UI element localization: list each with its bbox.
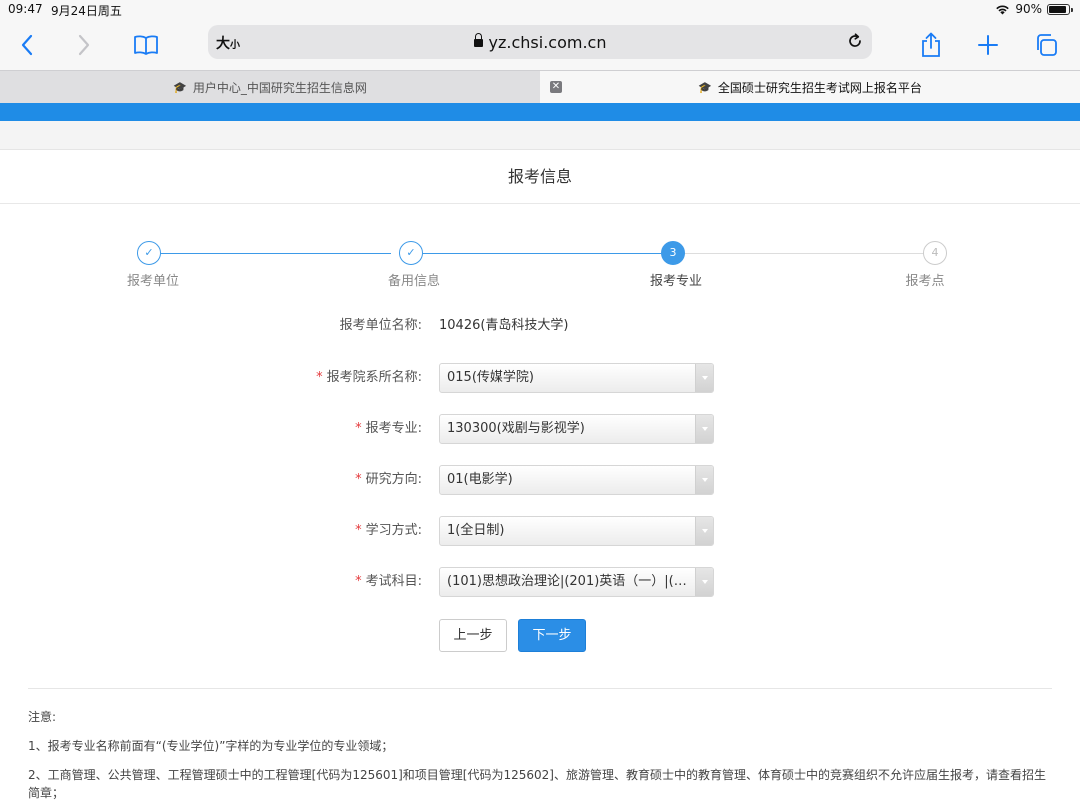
subjects-label: * 考试科目: [355,567,422,597]
note-item-2: 2、工商管理、公共管理、工程管理硕士中的工程管理[代码为125601]和项目管理… [28,768,1046,800]
address-bar[interactable]: 大小 yz.chsi.com.cn [208,25,872,59]
direction-select[interactable]: 01(电影学) [439,465,714,495]
dropdown-arrow-icon [695,517,713,545]
dropdown-arrow-icon [695,466,713,494]
mode-label-text: 学习方式: [365,523,422,538]
site-header-band [0,103,1080,121]
dept-select-value: 015(传媒学院) [447,370,534,385]
form-row-major: * 报考专业: 130300(戏剧与影视学) [0,414,1080,444]
status-right: 90% [995,2,1073,16]
step-3-marker: 3 [661,241,685,265]
dropdown-arrow-icon [695,364,713,392]
note-item-1: 1、报考专业名称前面有“(专业学位)”字样的为专业学位的专业领域； [28,739,394,753]
dropdown-arrow-icon [695,568,713,596]
required-mark: * [316,370,323,385]
step-4-label: 报考点 [905,274,945,289]
step-2-check-icon: ✓ [399,241,423,265]
direction-label: * 研究方向: [355,465,422,495]
status-date: 9月24日周五 [51,4,122,18]
forward-button[interactable] [67,28,101,62]
share-button[interactable] [914,28,948,62]
url-display[interactable]: yz.chsi.com.cn [208,33,872,52]
reload-icon [849,33,861,47]
tab-bar: 🎓 用户中心_中国研究生招生信息网 ✕ 🎓 全国硕士研究生招生考试网上报名平台 [0,70,1080,103]
divider [28,688,1052,689]
tabs-overview-button[interactable] [1029,28,1063,62]
mode-select-value: 1(全日制) [447,523,505,538]
form-row-subjects: * 考试科目: (101)思想政治理论|(201)英语（一）|(671... [0,567,1080,597]
step-4-marker: 4 [923,241,947,265]
mode-select[interactable]: 1(全日制) [439,516,714,546]
major-select[interactable]: 130300(戏剧与影视学) [439,414,714,444]
tabs-icon [1037,34,1057,56]
new-tab-button[interactable] [971,28,1005,62]
form-row-direction: * 研究方向: 01(电影学) [0,465,1080,495]
tab-user-center[interactable]: 🎓 用户中心_中国研究生招生信息网 [0,71,540,103]
required-mark: * [355,523,362,538]
required-mark: * [355,472,362,487]
dept-label: * 报考院系所名称: [316,363,422,393]
step-1-check-icon: ✓ [137,241,161,265]
notes-section: 注意: 1、报考专业名称前面有“(专业学位)”字样的为专业学位的专业领域； 2、… [28,708,1052,810]
required-mark: * [355,421,362,436]
major-select-value: 130300(戏剧与影视学) [447,421,585,436]
subjects-select[interactable]: (101)思想政治理论|(201)英语（一）|(671... [439,567,714,597]
back-button[interactable] [10,28,44,62]
bookmarks-button[interactable] [129,28,163,62]
dept-select[interactable]: 015(传媒学院) [439,363,714,393]
tab-title: 用户中心_中国研究生招生信息网 [192,80,367,95]
battery-percent: 90% [1015,2,1042,16]
mode-label: * 学习方式: [355,516,422,546]
step-connector [685,253,923,254]
unit-label: 报考单位名称: [339,318,422,333]
form-row-unit: 报考单位名称: 10426(青岛科技大学) [0,311,1080,341]
step-2-label: 备用信息 [387,274,440,289]
tab-registration-platform[interactable]: ✕ 🎓 全国硕士研究生招生考试网上报名平台 [540,71,1080,103]
book-icon [134,35,158,55]
graduation-cap-icon: 🎓 [173,80,187,94]
major-label-text: 报考专业: [365,421,422,436]
share-icon [922,32,940,57]
wifi-icon [996,4,1010,14]
required-mark: * [355,574,362,589]
chevron-left-icon [21,34,33,56]
status-time: 09:47 [8,2,43,16]
subjects-select-value: (101)思想政治理论|(201)英语（一）|(671... [447,574,692,589]
graduation-cap-icon: 🎓 [698,80,712,94]
form-actions: 上一步 下一步 [0,619,1080,652]
step-1-label: 报考单位 [126,274,179,289]
subjects-label-text: 考试科目: [365,574,422,589]
battery-level [1049,5,1067,13]
direction-label-text: 研究方向: [365,472,422,487]
step-3-label: 报考专业 [649,274,702,289]
prev-step-button[interactable]: 上一步 [439,619,507,652]
registration-panel: 报考信息 ✓ 报考单位 ✓ 备用信息 3 报考专业 4 报考点 报考单位名称: … [0,149,1080,810]
notes-heading: 注意: [28,710,57,724]
tab-title: 全国硕士研究生招生考试网上报名平台 [717,80,922,95]
unit-value: 10426(青岛科技大学) [439,318,569,333]
reload-button[interactable] [846,32,864,54]
progress-steps: ✓ 报考单位 ✓ 备用信息 3 报考专业 4 报考点 [0,240,1080,290]
status-bar: 09:47 9月24日周五 90% [0,0,1080,20]
lock-icon [473,33,483,47]
direction-select-value: 01(电影学) [447,472,513,487]
close-tab-icon[interactable]: ✕ [550,81,562,93]
dropdown-arrow-icon [695,415,713,443]
browser-toolbar: 大小 yz.chsi.com.cn [0,20,1080,70]
form-row-dept: * 报考院系所名称: 015(传媒学院) [0,363,1080,393]
major-label: * 报考专业: [355,414,422,444]
url-text: yz.chsi.com.cn [488,33,607,52]
plus-icon [978,35,998,55]
form-row-mode: * 学习方式: 1(全日制) [0,516,1080,546]
page-title: 报考信息 [0,150,1080,204]
next-step-button[interactable]: 下一步 [518,619,586,652]
battery-icon [1047,3,1073,15]
step-connector [423,253,661,254]
dept-label-text: 报考院系所名称: [326,370,422,385]
step-connector [161,253,391,254]
chevron-right-icon [78,34,90,56]
